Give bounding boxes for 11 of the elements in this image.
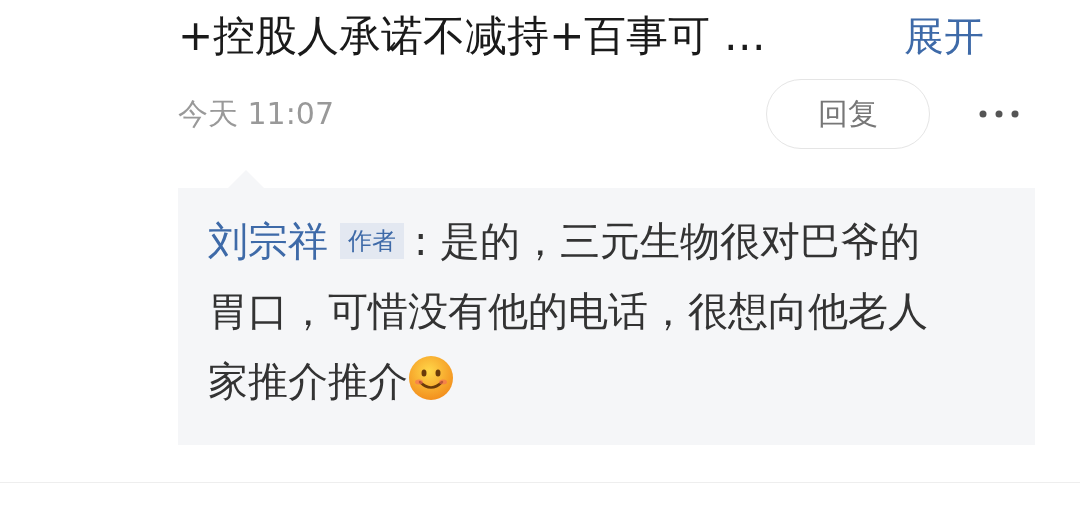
- post-text: +控股人承诺不减持+百事可 …: [178, 10, 767, 62]
- reply-text-line: 胃口，可惜没有他的电话，很想向他老人: [208, 288, 928, 334]
- author-name[interactable]: 刘宗祥: [208, 218, 328, 264]
- author-badge: 作者: [340, 223, 404, 259]
- reply-text-line: : 是的，三元生物很对巴爷的: [414, 218, 921, 264]
- more-icon[interactable]: [978, 109, 1020, 119]
- reply-text-line: 家推介推介: [208, 358, 408, 404]
- expand-link[interactable]: 展开: [904, 8, 984, 64]
- reply-button[interactable]: 回复: [766, 79, 930, 149]
- smiley-icon: [408, 355, 454, 401]
- post-time: 今天 11:07: [178, 94, 335, 133]
